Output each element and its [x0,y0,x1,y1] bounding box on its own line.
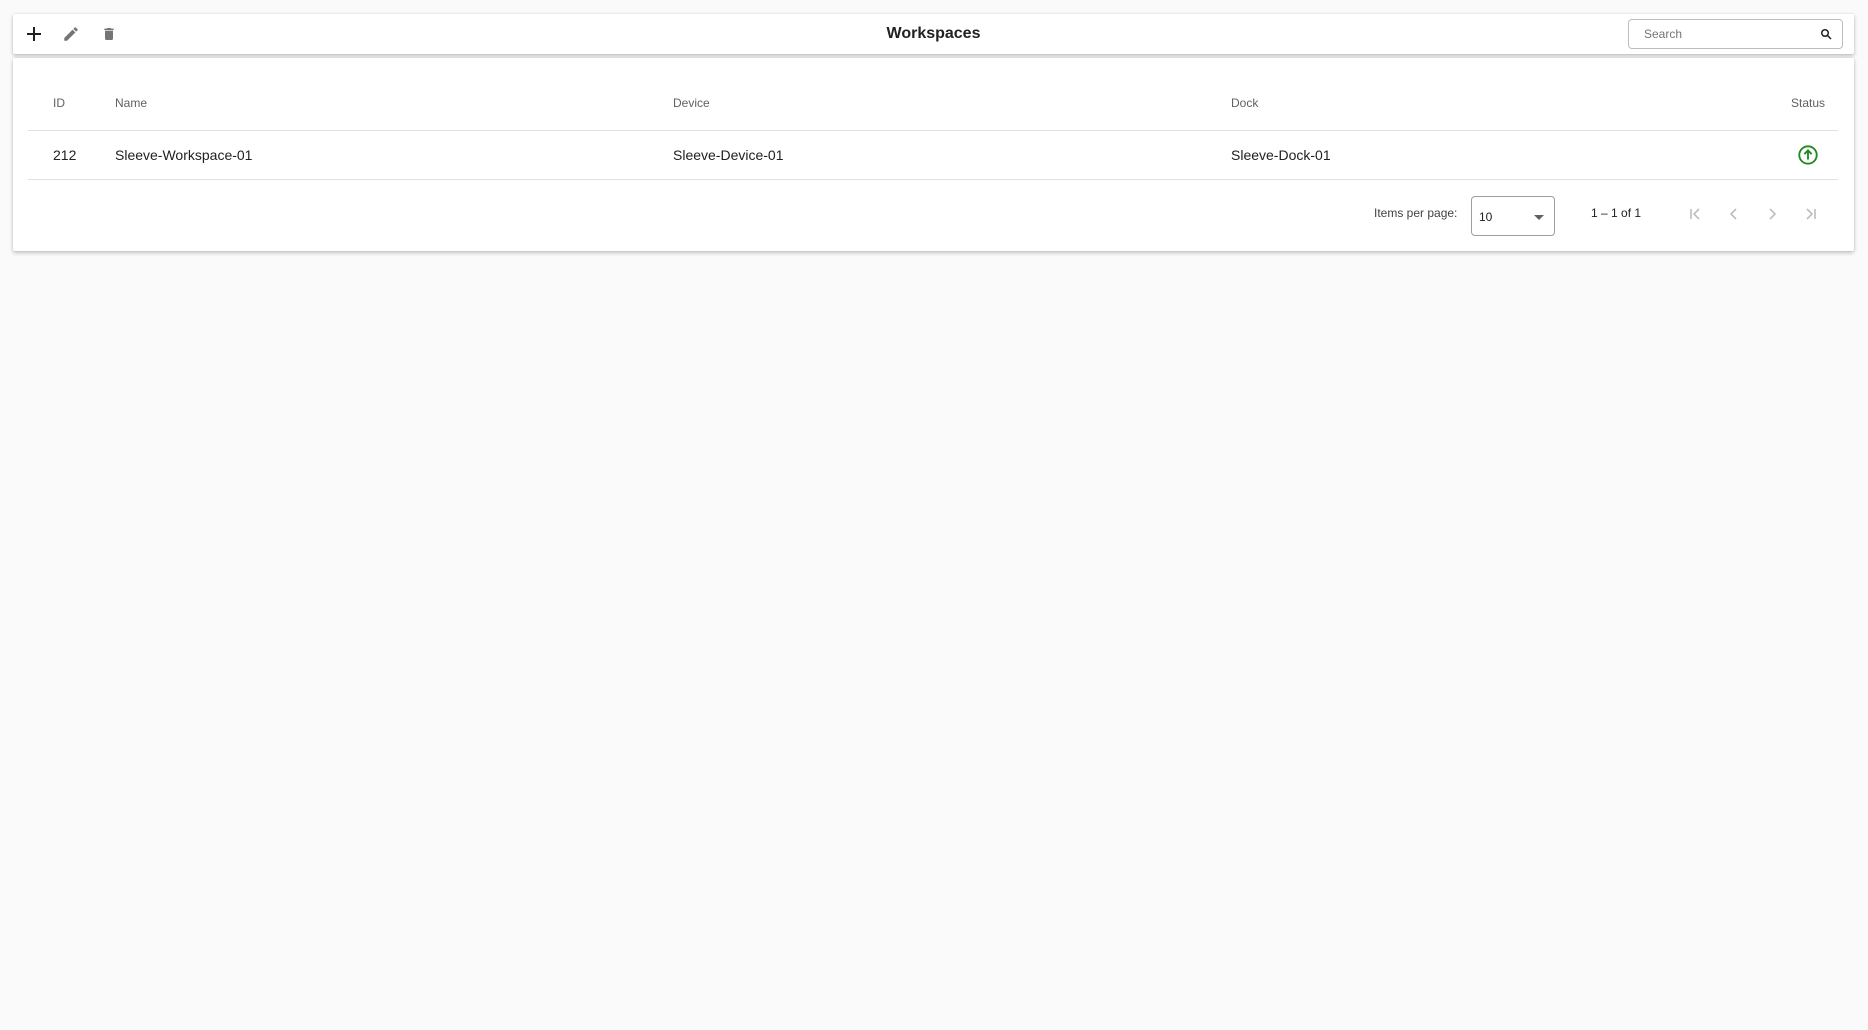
table-header-row: ID Name Device Dock Status [28,76,1838,131]
previous-page-button[interactable] [1720,200,1748,228]
column-header-name[interactable]: Name [115,76,147,130]
first-page-icon [1690,208,1700,220]
edit-button[interactable] [56,20,86,48]
cell-dock: Sleeve-Dock-01 [1231,147,1331,163]
last-page-icon [1806,208,1816,220]
search-input[interactable] [1629,20,1809,48]
pencil-icon [64,27,78,41]
cell-id: 212 [53,147,77,163]
cell-name: Sleeve-Workspace-01 [115,147,253,163]
top-toolbar: Workspaces [13,14,1854,54]
items-per-page-select[interactable]: 10 [1471,196,1555,236]
search-icon[interactable] [1820,28,1832,40]
chevron-left-icon [1729,208,1737,220]
caret-down-icon [1534,215,1544,220]
paginator: Items per page: 10 1 – 1 of 1 [13,186,1854,242]
column-header-status[interactable]: Status [1778,76,1838,130]
next-page-button[interactable] [1758,200,1786,228]
last-page-button[interactable] [1796,200,1824,228]
plus-icon [27,27,41,41]
items-per-page-label: Items per page: [1374,206,1458,220]
table-row[interactable]: 212 Sleeve-Workspace-01 Sleeve-Device-01… [28,131,1838,180]
workspaces-table: ID Name Device Dock Status 212 Sleeve-Wo… [28,76,1838,180]
add-button[interactable] [19,20,49,48]
column-header-device[interactable]: Device [673,76,710,130]
workspaces-table-card: ID Name Device Dock Status 212 Sleeve-Wo… [13,58,1854,251]
column-header-dock[interactable]: Dock [1231,76,1258,130]
column-header-id[interactable]: ID [53,76,65,130]
trash-icon [104,28,114,40]
chevron-right-icon [1769,208,1777,220]
page-range-label: 1 – 1 of 1 [1591,206,1642,220]
cell-status [1778,131,1838,179]
arrow-up-circle-icon [1798,145,1818,165]
items-per-page-value: 10 [1479,210,1493,224]
delete-button[interactable] [94,20,124,48]
cell-device: Sleeve-Device-01 [673,147,784,163]
search-box [1628,19,1843,49]
page-title: Workspaces [886,25,981,42]
first-page-button[interactable] [1682,200,1710,228]
